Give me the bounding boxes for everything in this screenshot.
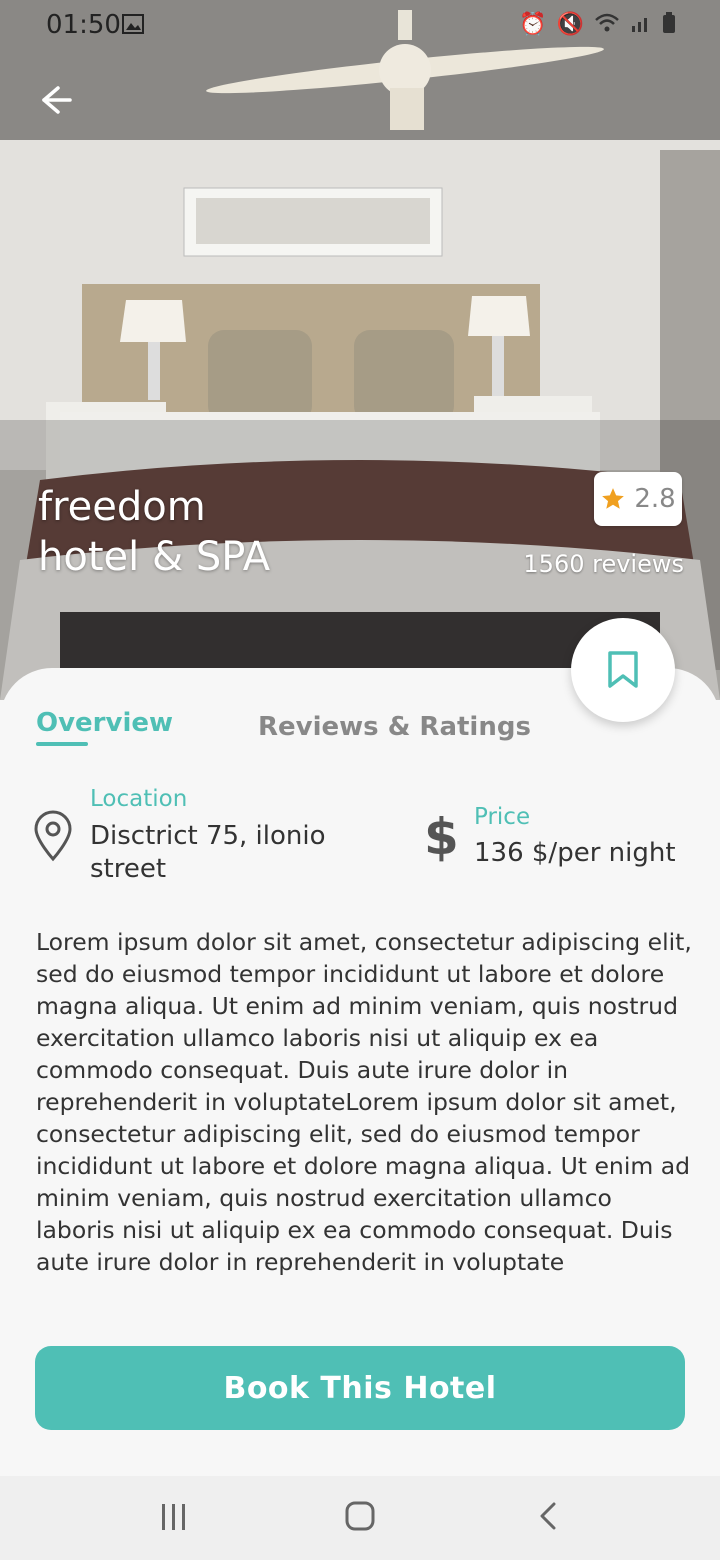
star-icon — [602, 488, 625, 509]
gallery-icon — [122, 14, 144, 38]
mute-icon: 🔇 — [556, 12, 584, 37]
hotel-hero-image: 01:50 ⏰ 🔇 freedom hotel & SPA 2.8 1560 r… — [0, 0, 720, 700]
recents-button[interactable] — [160, 1502, 188, 1536]
signal-icon — [630, 12, 652, 40]
status-icons: ⏰ 🔇 — [519, 12, 676, 40]
location-value: Disctrict 75, ilonio street — [90, 821, 326, 884]
back-arrow-icon — [42, 86, 72, 114]
active-tab-indicator — [36, 742, 88, 746]
wifi-icon — [594, 12, 620, 40]
bookmark-icon — [608, 651, 638, 688]
hotel-description: Lorem ipsum dolor sit amet, consectetur … — [36, 928, 692, 1276]
home-button[interactable] — [344, 1500, 376, 1536]
back-button[interactable] — [36, 80, 84, 124]
rating-badge: 2.8 — [594, 472, 682, 526]
back-icon — [540, 1502, 556, 1530]
home-icon — [345, 1501, 375, 1531]
book-hotel-button[interactable]: Book This Hotel — [35, 1346, 685, 1430]
reviews-count: 1560 reviews — [523, 550, 684, 578]
status-time: 01:50 — [46, 10, 121, 40]
battery-icon — [662, 12, 676, 40]
bookmark-button[interactable] — [571, 618, 675, 722]
recents-icon — [162, 1504, 185, 1530]
tab-reviews-ratings[interactable]: Reviews & Ratings — [258, 712, 531, 742]
location-pin-icon — [32, 810, 74, 866]
hotel-name-line1: freedom — [38, 484, 206, 530]
location-label: Location — [90, 786, 188, 812]
rating-value: 2.8 — [634, 484, 676, 514]
dollar-icon: $ — [424, 808, 459, 866]
status-bar: 01:50 ⏰ 🔇 — [0, 0, 720, 52]
alarm-icon: ⏰ — [519, 12, 547, 37]
tab-overview[interactable]: Overview — [36, 708, 173, 738]
system-back-button[interactable] — [534, 1500, 562, 1536]
price-label: Price — [474, 804, 531, 830]
hotel-name: freedom hotel & SPA — [38, 482, 270, 582]
price-value: 136 $/per night — [474, 838, 676, 868]
hotel-name-line2: hotel & SPA — [38, 534, 271, 580]
